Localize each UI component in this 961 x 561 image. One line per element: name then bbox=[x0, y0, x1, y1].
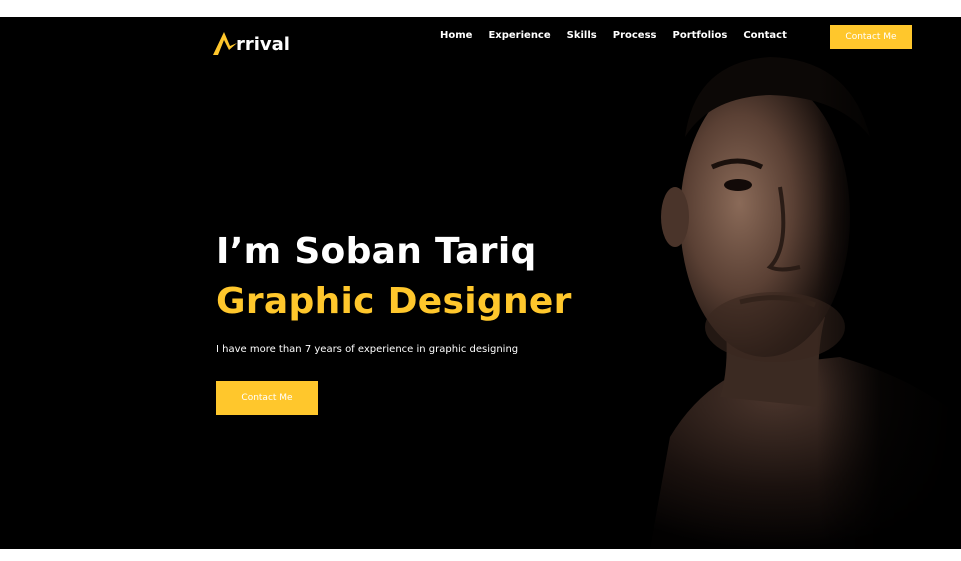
nav-portfolios-link[interactable]: Portfolios bbox=[673, 29, 728, 43]
nav-skills-link[interactable]: Skills bbox=[567, 29, 597, 43]
nav-experience-link[interactable]: Experience bbox=[488, 29, 550, 43]
hero-name-heading: I’m Soban Tariq bbox=[216, 231, 537, 272]
arrival-logo-icon bbox=[213, 32, 237, 55]
hero-description: I have more than 7 years of experience i… bbox=[216, 344, 519, 355]
portrait-illustration bbox=[640, 17, 961, 549]
hero-role-heading: Graphic Designer bbox=[216, 281, 572, 322]
nav-home-link[interactable]: Home bbox=[440, 29, 472, 43]
brand-logo[interactable]: rrival bbox=[211, 25, 290, 57]
nav-process-link[interactable]: Process bbox=[613, 29, 657, 43]
hero-contact-me-button[interactable]: Contact Me bbox=[216, 381, 318, 415]
hero-section: rrival Home Experience Skills Process Po… bbox=[0, 17, 961, 549]
main-nav: Home Experience Skills Process Portfolio… bbox=[440, 29, 803, 43]
nav-contact-me-button[interactable]: Contact Me bbox=[830, 25, 912, 49]
nav-contact-link[interactable]: Contact bbox=[743, 29, 787, 43]
brand-name: rrival bbox=[236, 34, 290, 55]
portrait-image bbox=[640, 17, 961, 549]
